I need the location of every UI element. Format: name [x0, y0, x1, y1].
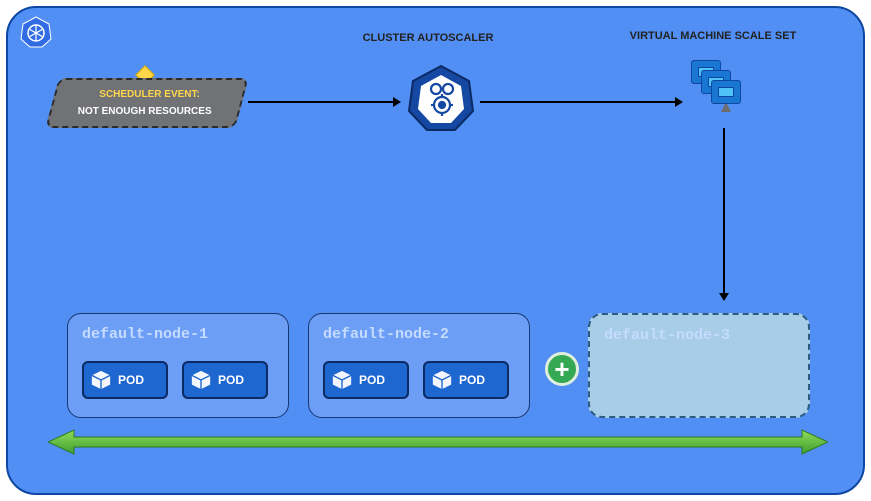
- arrow-vmss-to-node3: [723, 128, 725, 298]
- scheduler-event-message: NOT ENOUGH RESOURCES: [78, 106, 212, 117]
- vmss-label: VIRTUAL MACHINE SCALE SET: [613, 30, 813, 42]
- pod: POD: [82, 361, 168, 399]
- cluster-autoscaler-label: CLUSTER AUTOSCALER: [338, 32, 518, 44]
- pod: POD: [182, 361, 268, 399]
- vmss-icon: [691, 60, 751, 120]
- arrow-event-to-autoscaler: [248, 101, 398, 103]
- node-2-title: default-node-2: [323, 326, 517, 343]
- node-3-new: default-node-3: [588, 313, 810, 418]
- kubernetes-cluster-frame: CLUSTER AUTOSCALER VIRTUAL MACHINE SCALE…: [6, 6, 865, 495]
- scheduler-event-box: SCHEDULER EVENT: NOT ENOUGH RESOURCES: [45, 78, 248, 128]
- cluster-autoscaler-icon: [406, 63, 476, 133]
- node-1: default-node-1 POD POD: [67, 313, 289, 418]
- pod-label: POD: [359, 373, 385, 387]
- kubernetes-logo-icon: [20, 16, 52, 48]
- node-1-title: default-node-1: [82, 326, 276, 343]
- pod: POD: [423, 361, 509, 399]
- scheduler-event-title: SCHEDULER EVENT:: [99, 89, 200, 100]
- arrow-autoscaler-to-vmss: [480, 101, 680, 103]
- add-node-plus-icon: +: [545, 352, 579, 386]
- node-3-title: default-node-3: [604, 327, 796, 344]
- pod: POD: [323, 361, 409, 399]
- node-2: default-node-2 POD POD: [308, 313, 530, 418]
- horizontal-scale-arrow: [48, 428, 828, 456]
- pod-label: POD: [218, 373, 244, 387]
- pod-label: POD: [459, 373, 485, 387]
- pod-label: POD: [118, 373, 144, 387]
